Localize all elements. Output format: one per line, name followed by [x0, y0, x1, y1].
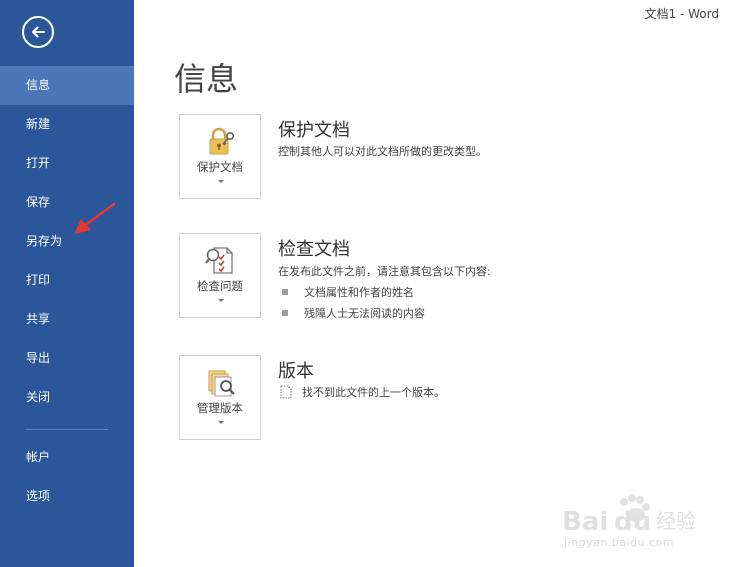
sidebar-nav: 信息 新建 打开 保存 另存为 打印 共享 导出 关闭 — [0, 66, 134, 417]
inspect-bullet-text: 文档属性和作者的姓名 — [304, 286, 414, 299]
sidebar-item-open[interactable]: 打开 — [0, 144, 134, 183]
versions-magnifier-icon — [208, 370, 235, 397]
inspect-section-description: 在发布此文件之前，请注意其包含以下内容: — [278, 265, 491, 278]
svg-text:经验: 经验 — [656, 509, 696, 533]
protect-document-button-label: 保护文档 — [197, 160, 243, 174]
manage-versions-button[interactable]: 管理版本 — [179, 355, 261, 440]
svg-text:Bai: Bai — [562, 507, 608, 537]
annotation-arrow-icon — [74, 202, 116, 234]
window-title: 文档1 - Word — [644, 7, 719, 21]
inspect-bullet-text: 残障人士无法阅读的内容 — [304, 307, 425, 320]
watermark-url: jingyan.baidu.com — [564, 536, 675, 549]
inspect-document-icon — [205, 247, 233, 274]
sidebar-item-share[interactable]: 共享 — [0, 300, 134, 339]
sidebar-item-export[interactable]: 导出 — [0, 339, 134, 378]
protect-section-title: 保护文档 — [278, 120, 350, 141]
list-item: 文档属性和作者的姓名 — [282, 284, 414, 300]
versions-section-description: 找不到此文件的上一个版本。 — [302, 386, 445, 399]
sidebar-item-new[interactable]: 新建 — [0, 105, 134, 144]
sidebar-item-options[interactable]: 选项 — [0, 477, 134, 516]
check-for-issues-button[interactable]: 检查问题 — [179, 233, 261, 318]
backstage-sidebar: 信息 新建 打开 保存 另存为 打印 共享 导出 关闭 帐户 选项 — [0, 0, 134, 567]
versions-status-row: 找不到此文件的上一个版本。 — [280, 384, 445, 400]
sidebar-item-account[interactable]: 帐户 — [0, 438, 134, 477]
bullet-square-icon — [282, 310, 288, 316]
chevron-down-icon — [218, 299, 224, 302]
list-item: 残障人士无法阅读的内容 — [282, 305, 425, 321]
lock-key-icon — [209, 127, 234, 155]
sidebar-nav-bottom: 帐户 选项 — [0, 438, 134, 516]
protect-document-button[interactable]: 保护文档 — [179, 114, 261, 199]
versions-section-title: 版本 — [278, 361, 314, 382]
sidebar-item-print[interactable]: 打印 — [0, 261, 134, 300]
bullet-square-icon — [282, 289, 288, 295]
svg-text:du: du — [614, 507, 651, 537]
arrow-left-icon — [32, 26, 45, 38]
sidebar-divider — [26, 429, 108, 430]
inspect-section-title: 检查文档 — [278, 239, 350, 260]
sidebar-item-close[interactable]: 关闭 — [0, 378, 134, 417]
page-title: 信息 — [174, 60, 239, 98]
document-dashed-icon — [280, 385, 292, 399]
back-button[interactable] — [22, 16, 54, 48]
protect-section-description: 控制其他人可以对此文档所做的更改类型。 — [278, 145, 487, 158]
check-for-issues-button-label: 检查问题 — [197, 279, 243, 293]
sidebar-item-info[interactable]: 信息 — [0, 66, 134, 105]
chevron-down-icon — [218, 421, 224, 424]
chevron-down-icon — [218, 180, 224, 183]
manage-versions-button-label: 管理版本 — [197, 401, 243, 415]
